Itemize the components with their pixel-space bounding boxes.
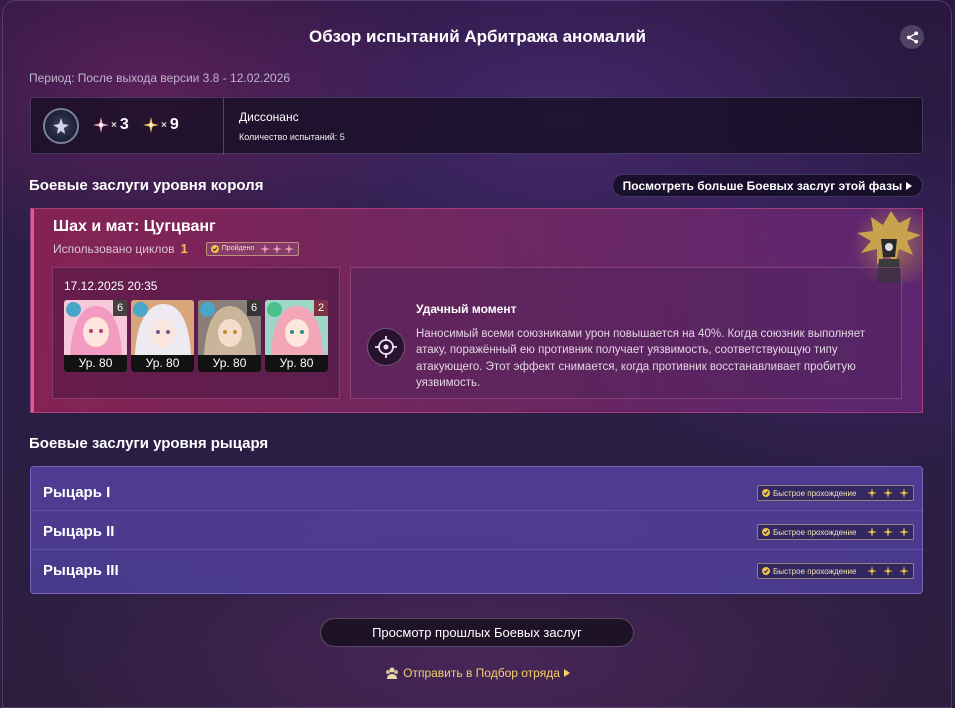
element-wind-icon bbox=[267, 302, 282, 317]
knight-name: Рыцарь I bbox=[43, 484, 111, 501]
star-gold-icon bbox=[867, 527, 878, 537]
element-ice-icon bbox=[66, 302, 81, 317]
team-panel: 17.12.2025 20:35 6 Ур. 80 Ур. 80 6 Ур. 8… bbox=[52, 267, 340, 399]
stat-gold-value: 9 bbox=[169, 116, 179, 133]
character-card[interactable]: 6 Ур. 80 bbox=[64, 300, 127, 372]
share-icon bbox=[906, 30, 918, 44]
star-gold-icon bbox=[883, 488, 894, 498]
challenge-info-bar: × 3 × 9 Диссонанс Количество испытаний: … bbox=[30, 97, 923, 155]
king-section-title: Боевые заслуги уровня короля bbox=[29, 177, 264, 194]
period-text: Период: После выхода версии 3.8 - 12.02.… bbox=[29, 71, 291, 85]
star-gold-icon bbox=[867, 488, 878, 498]
check-icon bbox=[762, 528, 770, 536]
knight-name: Рыцарь II bbox=[43, 523, 115, 540]
past-merits-label: Просмотр прошлых Боевых заслуг bbox=[372, 625, 582, 640]
knight-row[interactable]: Рыцарь II Быстрое прохождение bbox=[31, 512, 924, 550]
star-gold-icon bbox=[899, 527, 910, 537]
divider bbox=[223, 98, 224, 155]
character-card[interactable]: 2 Ур. 80 bbox=[265, 300, 328, 372]
star-gold-icon bbox=[883, 527, 894, 537]
check-icon bbox=[210, 244, 219, 253]
element-ice-icon bbox=[133, 302, 148, 317]
badge-stars bbox=[867, 527, 910, 537]
star-gold-icon bbox=[143, 117, 159, 133]
page-title: Обзор испытаний Арбитража аномалий bbox=[309, 27, 646, 46]
eidolon-level: 2 bbox=[314, 300, 328, 316]
fast-clear-badge: Быстрое прохождение bbox=[757, 563, 915, 579]
badge-stars bbox=[867, 488, 910, 498]
buff-panel: Удачный момент Наносимый всеми союзникам… bbox=[350, 267, 902, 399]
star-gold-icon bbox=[899, 488, 910, 498]
more-merits-label: Посмотреть больше Боевых заслуг этой фаз… bbox=[622, 178, 903, 193]
more-merits-button[interactable]: Посмотреть больше Боевых заслуг этой фаз… bbox=[612, 174, 923, 197]
cycles-info: Использовано циклов 1 Пройдено bbox=[53, 241, 300, 256]
fast-clear-label: Быстрое прохождение bbox=[773, 566, 857, 576]
star-pink-icon bbox=[93, 117, 109, 133]
star-gold-icon bbox=[867, 566, 878, 576]
badge-stars bbox=[260, 243, 295, 254]
past-merits-button[interactable]: Просмотр прошлых Боевых заслуг bbox=[320, 618, 634, 647]
challenge-name: Диссонанс bbox=[239, 110, 299, 124]
buff-description: Наносимый всеми союзниками урон повышает… bbox=[416, 328, 866, 389]
element-ice-icon bbox=[200, 302, 215, 317]
fast-clear-badge: Быстрое прохождение bbox=[757, 524, 915, 540]
clear-date: 17.12.2025 20:35 bbox=[64, 279, 158, 293]
character-card[interactable]: 6 Ур. 80 bbox=[198, 300, 261, 372]
stat-pink-mult: × bbox=[111, 119, 117, 131]
dissonance-icon bbox=[43, 108, 79, 144]
check-icon bbox=[762, 489, 770, 497]
stat-pink: × 3 bbox=[93, 116, 129, 134]
star-gold-icon bbox=[883, 566, 894, 576]
eidolon-level: 6 bbox=[113, 300, 127, 316]
eidolon-level: 6 bbox=[247, 300, 261, 316]
cycles-value: 1 bbox=[180, 241, 188, 256]
character-level: Ур. 80 bbox=[64, 355, 127, 372]
fast-clear-badge: Быстрое прохождение bbox=[757, 485, 915, 501]
badge-stars bbox=[867, 566, 910, 576]
stat-gold-mult: × bbox=[161, 119, 167, 131]
king-merit-card: Шах и мат: Цугцванг Использовано циклов … bbox=[30, 208, 923, 413]
knight-name: Рыцарь III bbox=[43, 562, 119, 579]
star-gold-icon bbox=[899, 566, 910, 576]
fast-clear-label: Быстрое прохождение bbox=[773, 527, 857, 537]
knight-merit-card: Рыцарь I Быстрое прохождение Рыцарь II Б… bbox=[30, 466, 924, 594]
character-level: Ур. 80 bbox=[265, 355, 328, 372]
stage-title: Шах и мат: Цугцванг bbox=[53, 218, 216, 235]
stat-pink-value: 3 bbox=[119, 116, 129, 133]
chevron-right-icon bbox=[563, 669, 570, 677]
passed-badge-label: Пройдено bbox=[221, 245, 255, 252]
squad-icon bbox=[386, 667, 399, 679]
star-pink-icon bbox=[272, 243, 283, 254]
crosshair-icon bbox=[367, 328, 405, 366]
character-level: Ур. 80 bbox=[131, 355, 194, 372]
send-to-squad-label: Отправить в Подбор отряда bbox=[403, 666, 560, 680]
send-to-squad-link[interactable]: Отправить в Подбор отряда bbox=[0, 666, 955, 680]
card-accent bbox=[31, 209, 34, 412]
check-icon bbox=[762, 567, 770, 575]
star-pink-icon bbox=[260, 243, 271, 254]
cycles-label: Использовано циклов bbox=[53, 241, 175, 256]
knight-row[interactable]: Рыцарь III Быстрое прохождение bbox=[31, 551, 924, 589]
character-level: Ур. 80 bbox=[198, 355, 261, 372]
fast-clear-label: Быстрое прохождение bbox=[773, 488, 857, 498]
buff-title: Удачный момент bbox=[416, 302, 517, 316]
share-button[interactable] bbox=[900, 25, 924, 49]
knight-section-title: Боевые заслуги уровня рыцаря bbox=[29, 435, 269, 452]
star-pink-icon bbox=[284, 243, 295, 254]
knight-row[interactable]: Рыцарь I Быстрое прохождение bbox=[31, 473, 924, 511]
stat-gold: × 9 bbox=[143, 116, 179, 134]
challenge-count: Количество испытаний: 5 bbox=[239, 132, 345, 142]
passed-badge: Пройдено bbox=[205, 241, 300, 256]
character-card[interactable]: Ур. 80 bbox=[131, 300, 194, 372]
chevron-right-icon bbox=[906, 181, 913, 190]
